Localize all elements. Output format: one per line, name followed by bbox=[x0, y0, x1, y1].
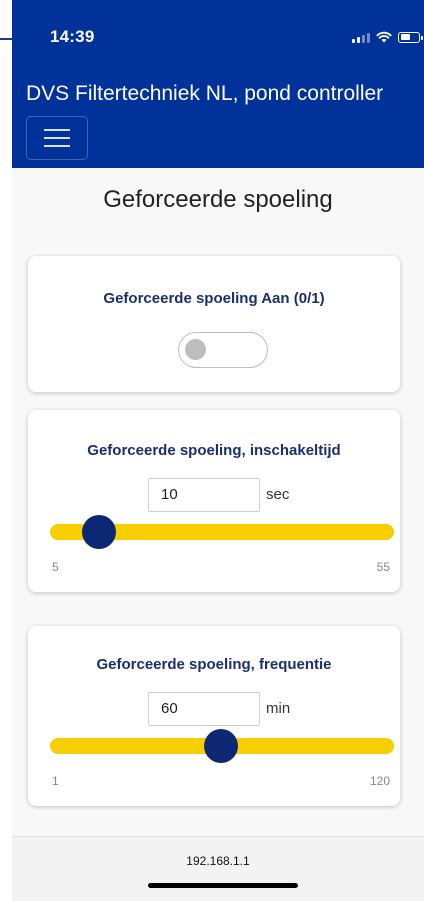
on-time-label: Geforceerde spoeling, inschakeltijd bbox=[87, 442, 341, 459]
hamburger-menu-button[interactable] bbox=[26, 116, 88, 160]
battery-icon bbox=[398, 31, 423, 43]
app-title: DVS Filtertechniek NL, pond controller bbox=[26, 82, 384, 105]
on-time-card: Geforceerde spoeling, inschakeltijd 10 s… bbox=[28, 410, 400, 592]
home-indicator[interactable] bbox=[148, 883, 298, 888]
on-time-unit: sec bbox=[266, 486, 290, 503]
wifi-icon bbox=[376, 31, 392, 43]
frequency-input[interactable]: 60 bbox=[148, 692, 260, 726]
hamburger-icon bbox=[44, 129, 70, 131]
on-time-slider-thumb[interactable] bbox=[82, 515, 116, 549]
on-time-input[interactable]: 10 bbox=[148, 478, 260, 512]
browser-bottom-bar: 192.168.1.1 bbox=[12, 836, 424, 901]
forced-flush-toggle-label: Geforceerde spoeling Aan (0/1) bbox=[103, 290, 325, 307]
status-icons bbox=[352, 30, 423, 44]
on-time-max-label: 55 bbox=[376, 560, 390, 574]
frequency-label: Geforceerde spoeling, frequentie bbox=[96, 656, 332, 673]
frequency-slider-thumb[interactable] bbox=[204, 729, 238, 763]
forced-flush-toggle-card: Geforceerde spoeling Aan (0/1) bbox=[28, 256, 400, 392]
frequency-card: Geforceerde spoeling, frequentie 60 min … bbox=[28, 626, 400, 806]
phone-screen: 14:39 DVS Filtertechniek NL, pond contro… bbox=[12, 0, 424, 901]
frequency-unit: min bbox=[266, 700, 291, 717]
toggle-knob bbox=[185, 339, 206, 360]
frequency-max-label: 120 bbox=[369, 774, 390, 788]
address-bar-url[interactable]: 192.168.1.1 bbox=[12, 854, 424, 868]
frequency-min-label: 1 bbox=[52, 774, 59, 788]
status-time: 14:39 bbox=[50, 27, 95, 46]
on-time-min-label: 5 bbox=[52, 560, 59, 574]
page-title: Geforceerde spoeling bbox=[103, 186, 333, 213]
forced-flush-toggle-switch[interactable] bbox=[178, 332, 268, 368]
app-header: 14:39 DVS Filtertechniek NL, pond contro… bbox=[12, 0, 424, 168]
cellular-signal-icon bbox=[352, 32, 370, 43]
